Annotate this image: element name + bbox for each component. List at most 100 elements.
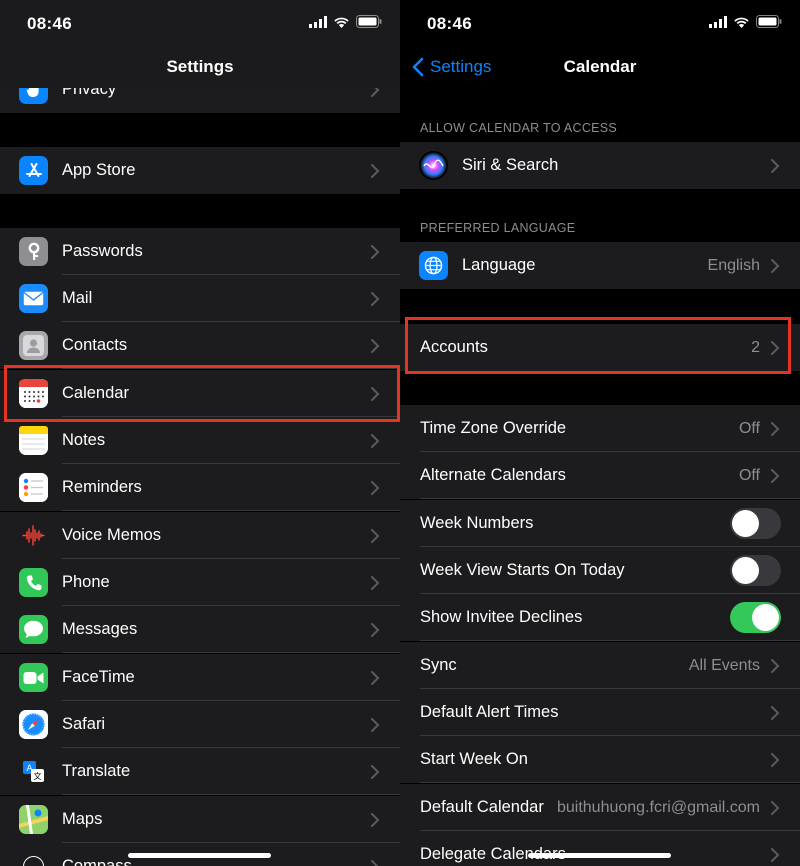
calendar-row-time-zone-override[interactable]: Time Zone Override Off [400,405,800,452]
language-label: Language [462,256,536,274]
calendar-row-sync[interactable]: Sync All Events [400,642,800,689]
calendar-row-delegate-calendars[interactable]: Delegate Calendars [400,831,800,866]
calendar-row-label: Show Invitee Declines [420,608,583,626]
chevron-right-icon [371,717,380,732]
settings-row-app-store[interactable]: App Store [0,147,400,194]
battery-icon [356,15,382,28]
chevron-right-icon [371,812,380,827]
chevron-right-icon [771,847,780,862]
contacts-icon [19,331,48,360]
settings-row-label: Safari [62,715,106,733]
mail-icon [19,284,48,313]
cellular-signal-icon [309,15,327,28]
notes-icon [19,426,48,455]
settings-row-contacts[interactable]: Contacts [0,322,400,369]
calendar-row-start-week-on[interactable]: Start Week On [400,736,800,783]
calendar-row-value: Off [738,419,760,437]
settings-row-safari[interactable]: Safari [0,701,400,748]
row-separator [62,794,400,795]
key-icon [19,237,48,266]
settings-row-mail[interactable]: Mail [0,275,400,322]
phone-icon [19,568,48,597]
settings-row-messages[interactable]: Messages [0,606,400,653]
status-icons [709,15,782,28]
settings-row-label: Translate [62,762,131,780]
toggle-knob [752,604,779,631]
settings-row-label: Maps [62,810,103,828]
chevron-right-icon [371,338,380,353]
language-value: English [707,256,760,274]
status-bar: 08:46 [0,0,400,48]
calendar-row-label: Default Alert Times [420,703,559,721]
calendar-highlight-box [4,365,400,422]
settings-row-reminders[interactable]: Reminders [0,464,400,511]
settings-row-maps[interactable]: Maps [0,796,400,843]
chevron-right-icon [371,433,380,448]
calendar-row-alternate-calendars[interactable]: Alternate Calendars Off [400,452,800,499]
settings-row-label: Compass [62,857,132,866]
calendar-row-label: Week View Starts On Today [420,561,625,579]
accounts-highlight-box [405,317,791,374]
calendar-row-label: Sync [420,656,457,674]
toggle-knob [732,557,759,584]
calendar-row-label: Week Numbers [420,514,534,532]
calendar-row-week-numbers[interactable]: Week Numbers [400,500,800,547]
settings-row-voice-memos[interactable]: Voice Memos [0,512,400,559]
settings-row-label: Passwords [62,242,143,260]
svg-text:文: 文 [34,771,42,781]
language-row[interactable]: Language English [400,242,800,289]
siri-search-row[interactable]: Siri & Search [400,142,800,189]
settings-row-label: Messages [62,620,138,638]
section-header-language: PREFERRED LANGUAGE [420,221,576,235]
settings-screen: Privacy App Store Passwords Mail Contacts Cal… [0,0,400,866]
toggle-switch[interactable] [730,555,781,586]
chevron-right-icon [771,258,780,273]
siri-search-label: Siri & Search [462,156,559,174]
page-title: Calendar [563,57,637,76]
toggle-switch[interactable] [730,508,781,539]
battery-icon [756,15,782,28]
chevron-right-icon [771,752,780,767]
facetime-icon [19,663,48,692]
calendar-settings-screen: 08:46 Settings Calendar ALLOW CALENDAR T… [400,0,800,866]
settings-row-label: Contacts [62,336,128,354]
calendar-row-value: buithuhuong.fcri@gmail.com [556,798,760,816]
calendar-row-default-calendar[interactable]: Default Calendar buithuhuong.fcri@gmail.c… [400,784,800,831]
compass-icon [19,852,48,866]
calendar-row-show-invitee-declines[interactable]: Show Invitee Declines [400,594,800,641]
app-store-icon [19,156,48,185]
row-separator [62,510,400,511]
section-header-access: ALLOW CALENDAR TO ACCESS [420,121,618,135]
home-indicator [128,853,271,858]
status-time: 08:46 [27,14,72,33]
settings-row-notes[interactable]: Notes [0,417,400,464]
chevron-right-icon [371,859,379,866]
toggle-knob [732,510,759,537]
status-icons [309,15,382,28]
row-separator [62,652,400,653]
settings-row-facetime[interactable]: FaceTime [0,654,400,701]
settings-row-passwords[interactable]: Passwords [0,228,400,275]
chevron-right-icon [371,528,380,543]
page-title: Settings [166,57,234,76]
calendar-row-default-alert-times[interactable]: Default Alert Times [400,689,800,736]
chevron-right-icon [371,244,380,259]
chevron-right-icon [371,163,380,178]
row-separator [420,498,800,499]
chevron-right-icon [771,658,780,673]
wifi-icon [334,17,349,28]
settings-row-label: App Store [62,161,136,179]
calendar-navbar: Settings Calendar [400,48,800,88]
siri-icon [419,151,448,180]
calendar-row-value: All Events [688,656,760,674]
toggle-switch[interactable] [730,602,781,633]
settings-row-label: Notes [62,431,106,449]
chevron-right-icon [371,291,380,306]
settings-row-phone[interactable]: Phone [0,559,400,606]
settings-row-translate[interactable]: A 文 Translate [0,748,400,795]
chevron-right-icon [371,575,380,590]
chevron-right-icon [771,421,780,436]
calendar-row-week-view-starts-on-today[interactable]: Week View Starts On Today [400,547,800,594]
settings-row-label: Voice Memos [62,526,162,544]
voice-memos-icon [19,521,48,550]
